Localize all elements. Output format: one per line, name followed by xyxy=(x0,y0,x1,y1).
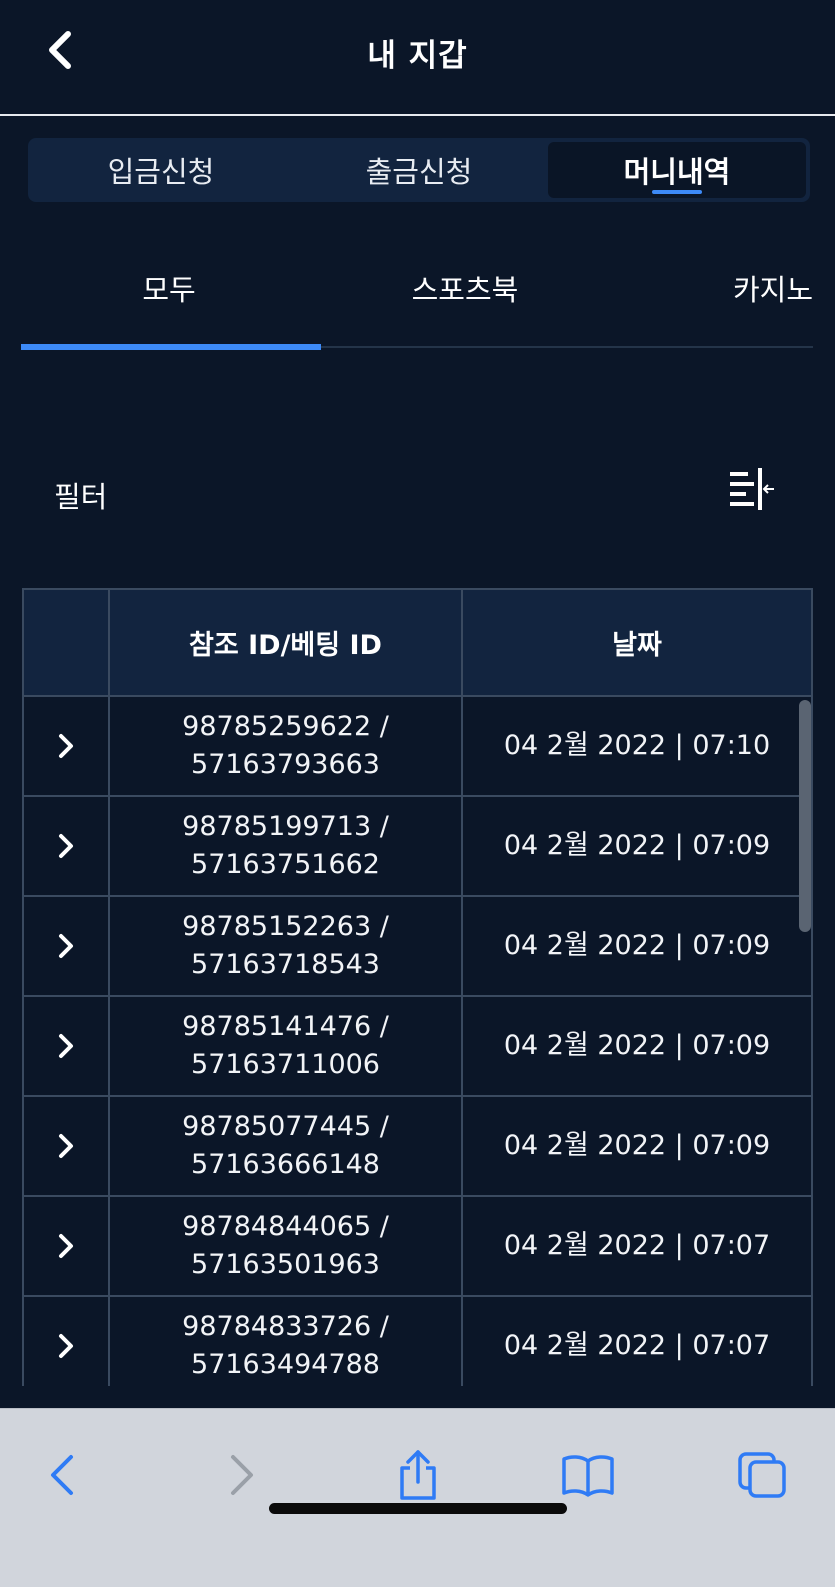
header-ref-id: 참조 ID/베팅 ID xyxy=(110,590,463,695)
book-icon xyxy=(562,1455,614,1497)
expand-button[interactable] xyxy=(24,1097,110,1195)
tab-withdraw-request[interactable]: 출금신청 xyxy=(290,142,548,198)
chevron-right-icon xyxy=(59,1334,73,1358)
date-cell: 04 2월 2022 | 07:09 xyxy=(503,1030,771,1061)
ref-id: 98785141476 / xyxy=(182,1011,389,1042)
browser-toolbar xyxy=(0,1408,835,1587)
filter-button[interactable] xyxy=(730,468,780,514)
tab-money-history[interactable]: 머니내역 xyxy=(548,142,806,198)
page-title: 내 지갑 xyxy=(367,38,468,74)
table-row[interactable]: 98784833726 / 57163494788 04 2월 2022 | 0… xyxy=(24,1297,811,1386)
tab-deposit-request[interactable]: 입금신청 xyxy=(32,142,290,198)
expand-button[interactable] xyxy=(24,897,110,995)
ref-id: 98785152263 / xyxy=(182,911,389,942)
ref-id: 98785259622 / xyxy=(182,711,389,742)
ref-id-cell: 98785141476 / 57163711006 xyxy=(110,997,463,1095)
header-date: 날짜 xyxy=(612,630,662,661)
active-subtab-indicator xyxy=(21,344,321,350)
ref-id: 98784833726 / xyxy=(182,1311,389,1342)
table-row[interactable]: 98784844065 / 57163501963 04 2월 2022 | 0… xyxy=(24,1197,811,1297)
date-cell: 04 2월 2022 | 07:09 xyxy=(503,830,771,861)
ref-id-cell: 98785199713 / 57163751662 xyxy=(110,797,463,895)
chevron-right-icon xyxy=(59,934,73,958)
tabs-button[interactable] xyxy=(732,1445,792,1505)
bet-id: 57163494788 xyxy=(191,1349,380,1380)
chevron-right-icon xyxy=(59,734,73,758)
bet-id: 57163751662 xyxy=(191,849,380,880)
ref-id: 98785077445 / xyxy=(182,1111,389,1142)
bet-id: 57163711006 xyxy=(191,1049,380,1080)
home-indicator xyxy=(269,1503,567,1514)
expand-button[interactable] xyxy=(24,697,110,795)
header: 내 지갑 xyxy=(0,0,835,116)
ref-id-cell: 98785077445 / 57163666148 xyxy=(110,1097,463,1195)
table-row[interactable]: 98785199713 / 57163751662 04 2월 2022 | 0… xyxy=(24,797,811,897)
expand-button[interactable] xyxy=(24,1297,110,1386)
table-row[interactable]: 98785259622 / 57163793663 04 2월 2022 | 0… xyxy=(24,697,811,797)
category-tabs: 모두 스포츠북 카지노 xyxy=(21,258,813,352)
browser-forward-button[interactable] xyxy=(212,1445,272,1505)
date-cell: 04 2월 2022 | 07:07 xyxy=(503,1230,771,1261)
bet-id: 57163793663 xyxy=(191,749,380,780)
table-row[interactable]: 98785152263 / 57163718543 04 2월 2022 | 0… xyxy=(24,897,811,997)
header-expand-col xyxy=(24,590,110,695)
active-tab-indicator xyxy=(652,190,702,194)
tabs-icon xyxy=(738,1452,786,1498)
expand-button[interactable] xyxy=(24,797,110,895)
share-icon xyxy=(400,1450,436,1500)
wallet-page: 내 지갑 입금신청 출금신청 머니내역 모두 스포츠북 카지노 필터 참조 ID… xyxy=(0,0,835,1587)
bet-id: 57163666148 xyxy=(191,1149,380,1180)
tab-sportsbook[interactable]: 스포츠북 xyxy=(317,258,613,318)
expand-button[interactable] xyxy=(24,1197,110,1295)
date-cell: 04 2월 2022 | 07:07 xyxy=(503,1330,771,1361)
table-row[interactable]: 98785077445 / 57163666148 04 2월 2022 | 0… xyxy=(24,1097,811,1197)
bet-id: 57163718543 xyxy=(191,949,380,980)
bookmarks-button[interactable] xyxy=(558,1445,618,1505)
ref-id-cell: 98785259622 / 57163793663 xyxy=(110,697,463,795)
date-cell: 04 2월 2022 | 07:10 xyxy=(503,730,771,761)
chevron-left-icon xyxy=(51,1455,73,1495)
expand-button[interactable] xyxy=(24,997,110,1095)
ref-id-cell: 98784833726 / 57163494788 xyxy=(110,1297,463,1386)
ref-id: 98784844065 / xyxy=(182,1211,389,1242)
browser-back-button[interactable] xyxy=(32,1445,92,1505)
tab-money-history-label: 머니내역 xyxy=(623,155,731,189)
wallet-segment-control: 입금신청 출금신청 머니내역 xyxy=(28,138,810,202)
tab-all-label: 모두 xyxy=(142,273,196,307)
history-table: 참조 ID/베팅 ID 날짜 98785259622 / 57163793663… xyxy=(22,588,813,1386)
bet-id: 57163501963 xyxy=(191,1249,380,1280)
filter-label: 필터 xyxy=(54,480,108,514)
filter-list-icon xyxy=(730,468,774,510)
ref-id-cell: 98784844065 / 57163501963 xyxy=(110,1197,463,1295)
tab-withdraw-request-label: 출금신청 xyxy=(365,155,473,189)
table-scrollbar[interactable] xyxy=(799,700,811,932)
share-button[interactable] xyxy=(388,1445,448,1505)
chevron-right-icon xyxy=(59,1234,73,1258)
tab-deposit-request-label: 입금신청 xyxy=(107,155,215,189)
chevron-right-icon xyxy=(59,1034,73,1058)
tab-casino-label: 카지노 xyxy=(732,273,813,307)
chevron-right-icon xyxy=(59,834,73,858)
date-cell: 04 2월 2022 | 07:09 xyxy=(503,1130,771,1161)
chevron-right-icon xyxy=(231,1455,253,1495)
chevron-right-icon xyxy=(59,1134,73,1158)
tab-all[interactable]: 모두 xyxy=(21,258,317,318)
date-cell: 04 2월 2022 | 07:09 xyxy=(503,930,771,961)
table-header: 참조 ID/베팅 ID 날짜 xyxy=(24,590,811,697)
tab-sportsbook-label: 스포츠북 xyxy=(411,273,519,307)
ref-id-cell: 98785152263 / 57163718543 xyxy=(110,897,463,995)
ref-id: 98785199713 / xyxy=(182,811,389,842)
table-row[interactable]: 98785141476 / 57163711006 04 2월 2022 | 0… xyxy=(24,997,811,1097)
tab-casino[interactable]: 카지노 xyxy=(705,258,813,318)
